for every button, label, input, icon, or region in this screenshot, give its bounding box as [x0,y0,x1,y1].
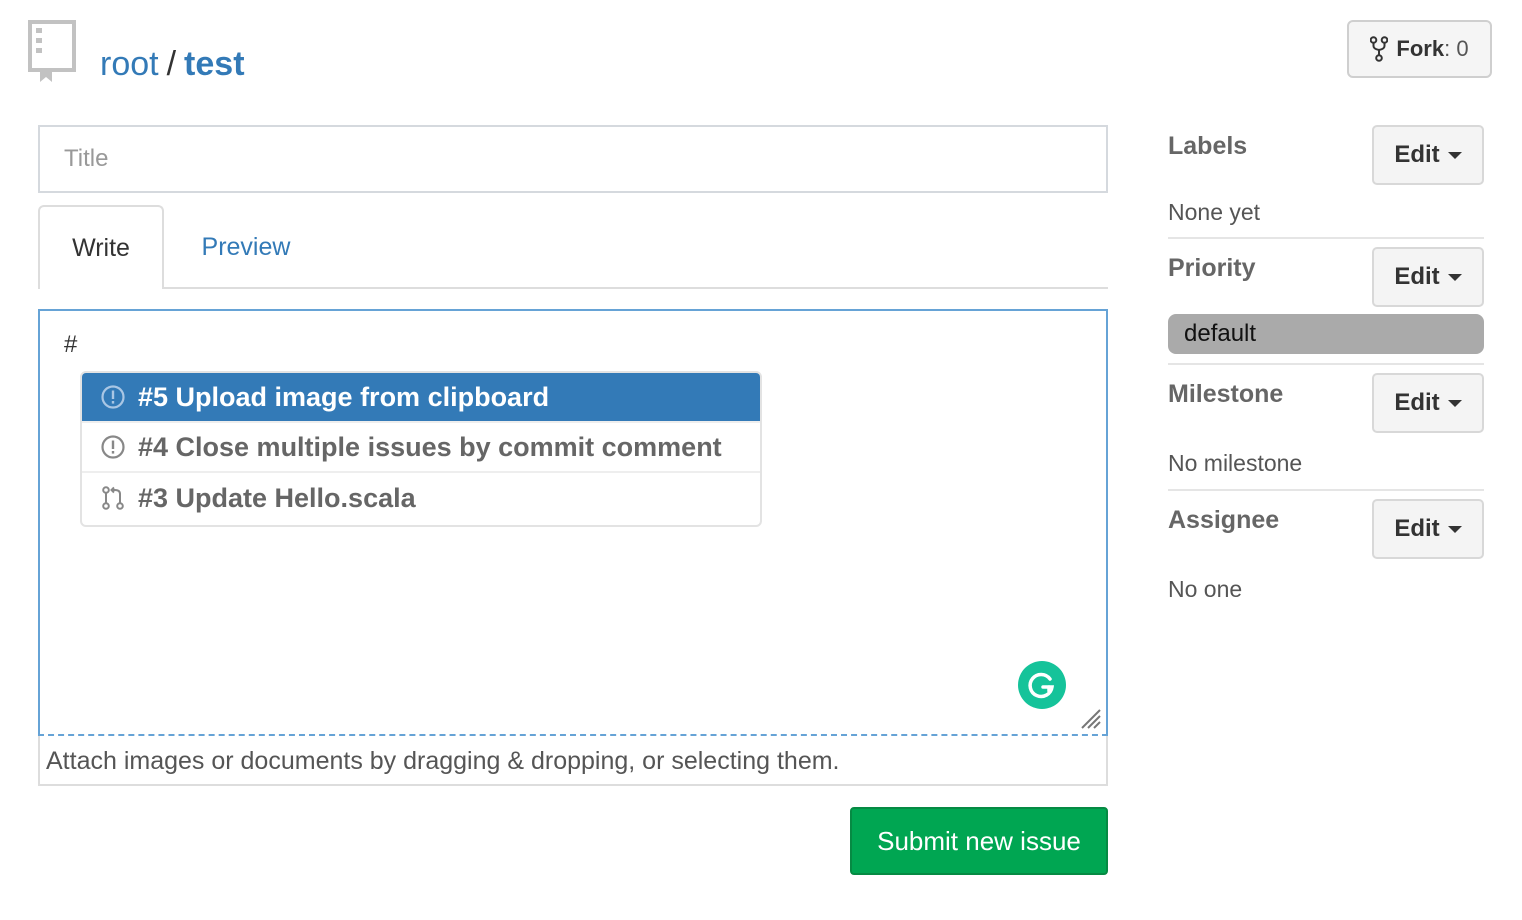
priority-heading: Priority [1168,254,1256,282]
suggestion-text: #5 Upload image from clipboard [138,381,550,412]
priority-edit-button[interactable]: Edit [1372,247,1484,307]
assignee-edit-button[interactable]: Edit [1372,499,1484,559]
fork-icon [1370,36,1389,62]
edit-label: Edit [1394,141,1440,168]
repo-owner-link[interactable]: root [100,45,159,83]
edit-label: Edit [1394,389,1440,416]
labels-heading: Labels [1168,132,1248,160]
suggestion-text: #3 Update Hello.scala [138,482,416,513]
attach-files-area[interactable]: Attach images or documents by dragging &… [38,736,1108,786]
labels-edit-button[interactable]: Edit [1372,125,1484,185]
editor-text: # [64,331,78,358]
assignee-value: No one [1168,576,1243,602]
caret-down-icon [1447,399,1462,407]
milestone-value: No milestone [1168,450,1303,476]
issue-suggestion-dropdown: #5 Upload image from clipboard #4 Close … [80,371,762,527]
edit-label: Edit [1394,263,1440,290]
labels-value: None yet [1168,199,1261,225]
tab-write[interactable]: Write [38,205,164,289]
repo-icon [28,20,76,84]
issue-icon [101,435,125,459]
sidebar-divider [1168,363,1484,365]
edit-label: Edit [1394,515,1440,542]
suggestion-item[interactable]: #3 Update Hello.scala [82,473,760,523]
milestone-edit-button[interactable]: Edit [1372,373,1484,433]
priority-badge: default [1168,314,1484,354]
caret-down-icon [1447,273,1462,281]
fork-button[interactable]: Fork: 0 [1347,20,1492,78]
issue-icon [101,385,125,409]
caret-down-icon [1447,151,1462,159]
fork-count: 0 [1456,36,1469,61]
caret-down-icon [1447,525,1462,533]
fork-colon: : [1444,36,1451,61]
assignee-heading: Assignee [1168,506,1280,534]
grammarly-icon[interactable] [1018,661,1066,709]
pull-request-icon [102,486,124,510]
issue-title-input[interactable] [38,125,1108,193]
repo-title: root / test [100,40,245,88]
sidebar-divider [1168,489,1484,491]
suggestion-item[interactable]: #4 Close multiple issues by commit comme… [82,423,760,473]
tab-preview[interactable]: Preview [164,205,328,289]
fork-label: Fork [1396,36,1445,61]
suggestion-text: #4 Close multiple issues by commit comme… [138,431,722,462]
submit-issue-button[interactable]: Submit new issue [850,807,1108,875]
suggestion-item[interactable]: #5 Upload image from clipboard [82,373,760,423]
milestone-heading: Milestone [1168,380,1284,408]
sidebar-divider [1168,237,1484,239]
resize-grip-icon[interactable] [1078,706,1102,730]
repo-name-link[interactable]: test [184,45,244,83]
repo-separator: / [166,45,177,83]
